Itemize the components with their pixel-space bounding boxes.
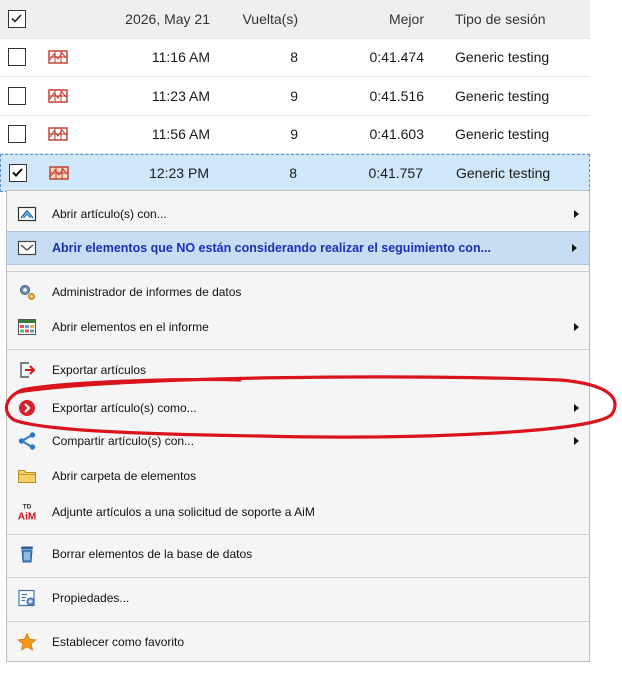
menu-item-export[interactable]: Exportar artículos	[7, 355, 589, 385]
row-checkbox[interactable]	[8, 125, 26, 144]
row-type: Generic testing	[455, 49, 550, 66]
row-time: 11:16 AM	[151, 49, 210, 66]
row-best: 0:41.603	[369, 126, 425, 143]
menu-item-open-with[interactable]: Abrir artículo(s) con...	[7, 199, 589, 229]
table-row[interactable]: 11:16 AM 8 0:41.474 Generic testing	[0, 39, 590, 77]
submenu-arrow-icon	[574, 404, 579, 412]
menu-item-properties[interactable]: Propiedades...	[7, 583, 589, 613]
row-best: 0:41.516	[369, 87, 425, 104]
session-type-column-header[interactable]: Tipo de sesión	[455, 11, 546, 27]
session-table: 2026, May 21 Vuelta(s) Mejor Tipo de ses…	[0, 0, 590, 192]
export-as-icon	[19, 400, 35, 416]
row-laps: 9	[290, 126, 298, 143]
submenu-arrow-icon	[574, 437, 579, 445]
lap-chart-icon	[49, 166, 69, 180]
row-checkbox[interactable]	[8, 48, 26, 67]
star-icon	[17, 632, 37, 651]
untracked-open-icon	[17, 240, 37, 256]
trash-icon	[21, 546, 33, 563]
menu-item-report-manager[interactable]: Administrador de informes de datos	[7, 277, 589, 307]
menu-item-label: Propiedades...	[52, 591, 130, 605]
svg-text:AiM: AiM	[18, 512, 36, 523]
select-all-checkbox[interactable]	[8, 9, 26, 28]
best-column-header[interactable]: Mejor	[389, 11, 424, 27]
menu-item-share[interactable]: Compartir artículo(s) con...	[7, 426, 589, 456]
context-menu: Abrir artículo(s) con... Abrir elementos…	[6, 190, 590, 662]
row-time: 11:23 AM	[151, 87, 210, 104]
menu-item-label: Compartir artículo(s) con...	[52, 434, 195, 448]
row-type: Generic testing	[455, 87, 550, 104]
lap-chart-icon	[48, 127, 68, 141]
menu-separator	[7, 271, 589, 272]
properties-icon	[18, 589, 35, 607]
submenu-arrow-icon	[574, 323, 579, 331]
menu-item-label: Borrar elementos de la base de datos	[52, 547, 253, 561]
chart-open-icon	[17, 206, 37, 222]
row-laps: 8	[289, 164, 297, 181]
table-header: 2026, May 21 Vuelta(s) Mejor Tipo de ses…	[0, 0, 590, 39]
row-type: Generic testing	[456, 164, 551, 181]
menu-separator	[7, 621, 589, 622]
menu-separator	[7, 534, 589, 535]
row-laps: 8	[290, 49, 298, 66]
row-laps: 9	[290, 87, 298, 104]
svg-text:TD: TD	[23, 504, 32, 511]
menu-item-label: Administrador de informes de datos	[52, 285, 242, 299]
menu-item-open-untracked[interactable]: Abrir elementos que NO están considerand…	[7, 231, 589, 265]
menu-separator	[7, 349, 589, 350]
menu-separator	[7, 577, 589, 578]
row-best: 0:41.757	[368, 164, 424, 181]
menu-item-label: Abrir elementos en el informe	[52, 320, 209, 334]
row-checkbox[interactable]	[8, 86, 26, 105]
menu-item-label: Adjunte artículos a una solicitud de sop…	[52, 505, 315, 519]
table-row[interactable]: 11:56 AM 9 0:41.603 Generic testing	[0, 116, 590, 154]
submenu-arrow-icon	[574, 210, 579, 218]
submenu-arrow-icon	[572, 244, 577, 252]
menu-item-label: Abrir elementos que NO están considerand…	[52, 241, 492, 255]
folder-icon	[18, 470, 36, 483]
laps-column-header[interactable]: Vuelta(s)	[242, 11, 298, 27]
row-time: 11:56 AM	[151, 126, 210, 143]
lap-chart-icon	[48, 50, 68, 64]
menu-item-attach-support[interactable]: TD AiM Adjunte artículos a una solicitud…	[7, 496, 589, 528]
menu-item-label: Exportar artículo(s) como...	[52, 401, 197, 415]
row-checkbox-checked[interactable]	[9, 163, 27, 182]
menu-item-label: Establecer como favorito	[52, 635, 185, 649]
gears-icon	[20, 285, 35, 300]
menu-item-delete[interactable]: Borrar elementos de la base de datos	[7, 539, 589, 569]
menu-item-favorite[interactable]: Establecer como favorito	[7, 627, 589, 657]
report-grid-icon	[18, 319, 36, 335]
row-type: Generic testing	[455, 126, 550, 143]
row-time: 12:23 PM	[149, 164, 209, 181]
export-icon	[20, 362, 36, 378]
menu-item-label: Exportar artículos	[52, 363, 147, 377]
menu-item-label: Abrir artículo(s) con...	[52, 207, 167, 221]
date-column-header[interactable]: 2026, May 21	[125, 11, 210, 27]
table-row[interactable]: 11:23 AM 9 0:41.516 Generic testing	[0, 77, 590, 116]
share-icon	[18, 432, 36, 450]
menu-item-open-in-report[interactable]: Abrir elementos en el informe	[7, 312, 589, 342]
aim-support-icon: TD AiM	[18, 504, 36, 523]
row-best: 0:41.474	[369, 49, 425, 66]
menu-item-open-folder[interactable]: Abrir carpeta de elementos	[7, 461, 589, 491]
table-row-selected[interactable]: 12:23 PM 8 0:41.757 Generic testing	[0, 154, 590, 192]
menu-item-export-as[interactable]: Exportar artículo(s) como...	[7, 393, 589, 423]
lap-chart-icon	[48, 89, 68, 103]
menu-item-label: Abrir carpeta de elementos	[52, 469, 197, 483]
